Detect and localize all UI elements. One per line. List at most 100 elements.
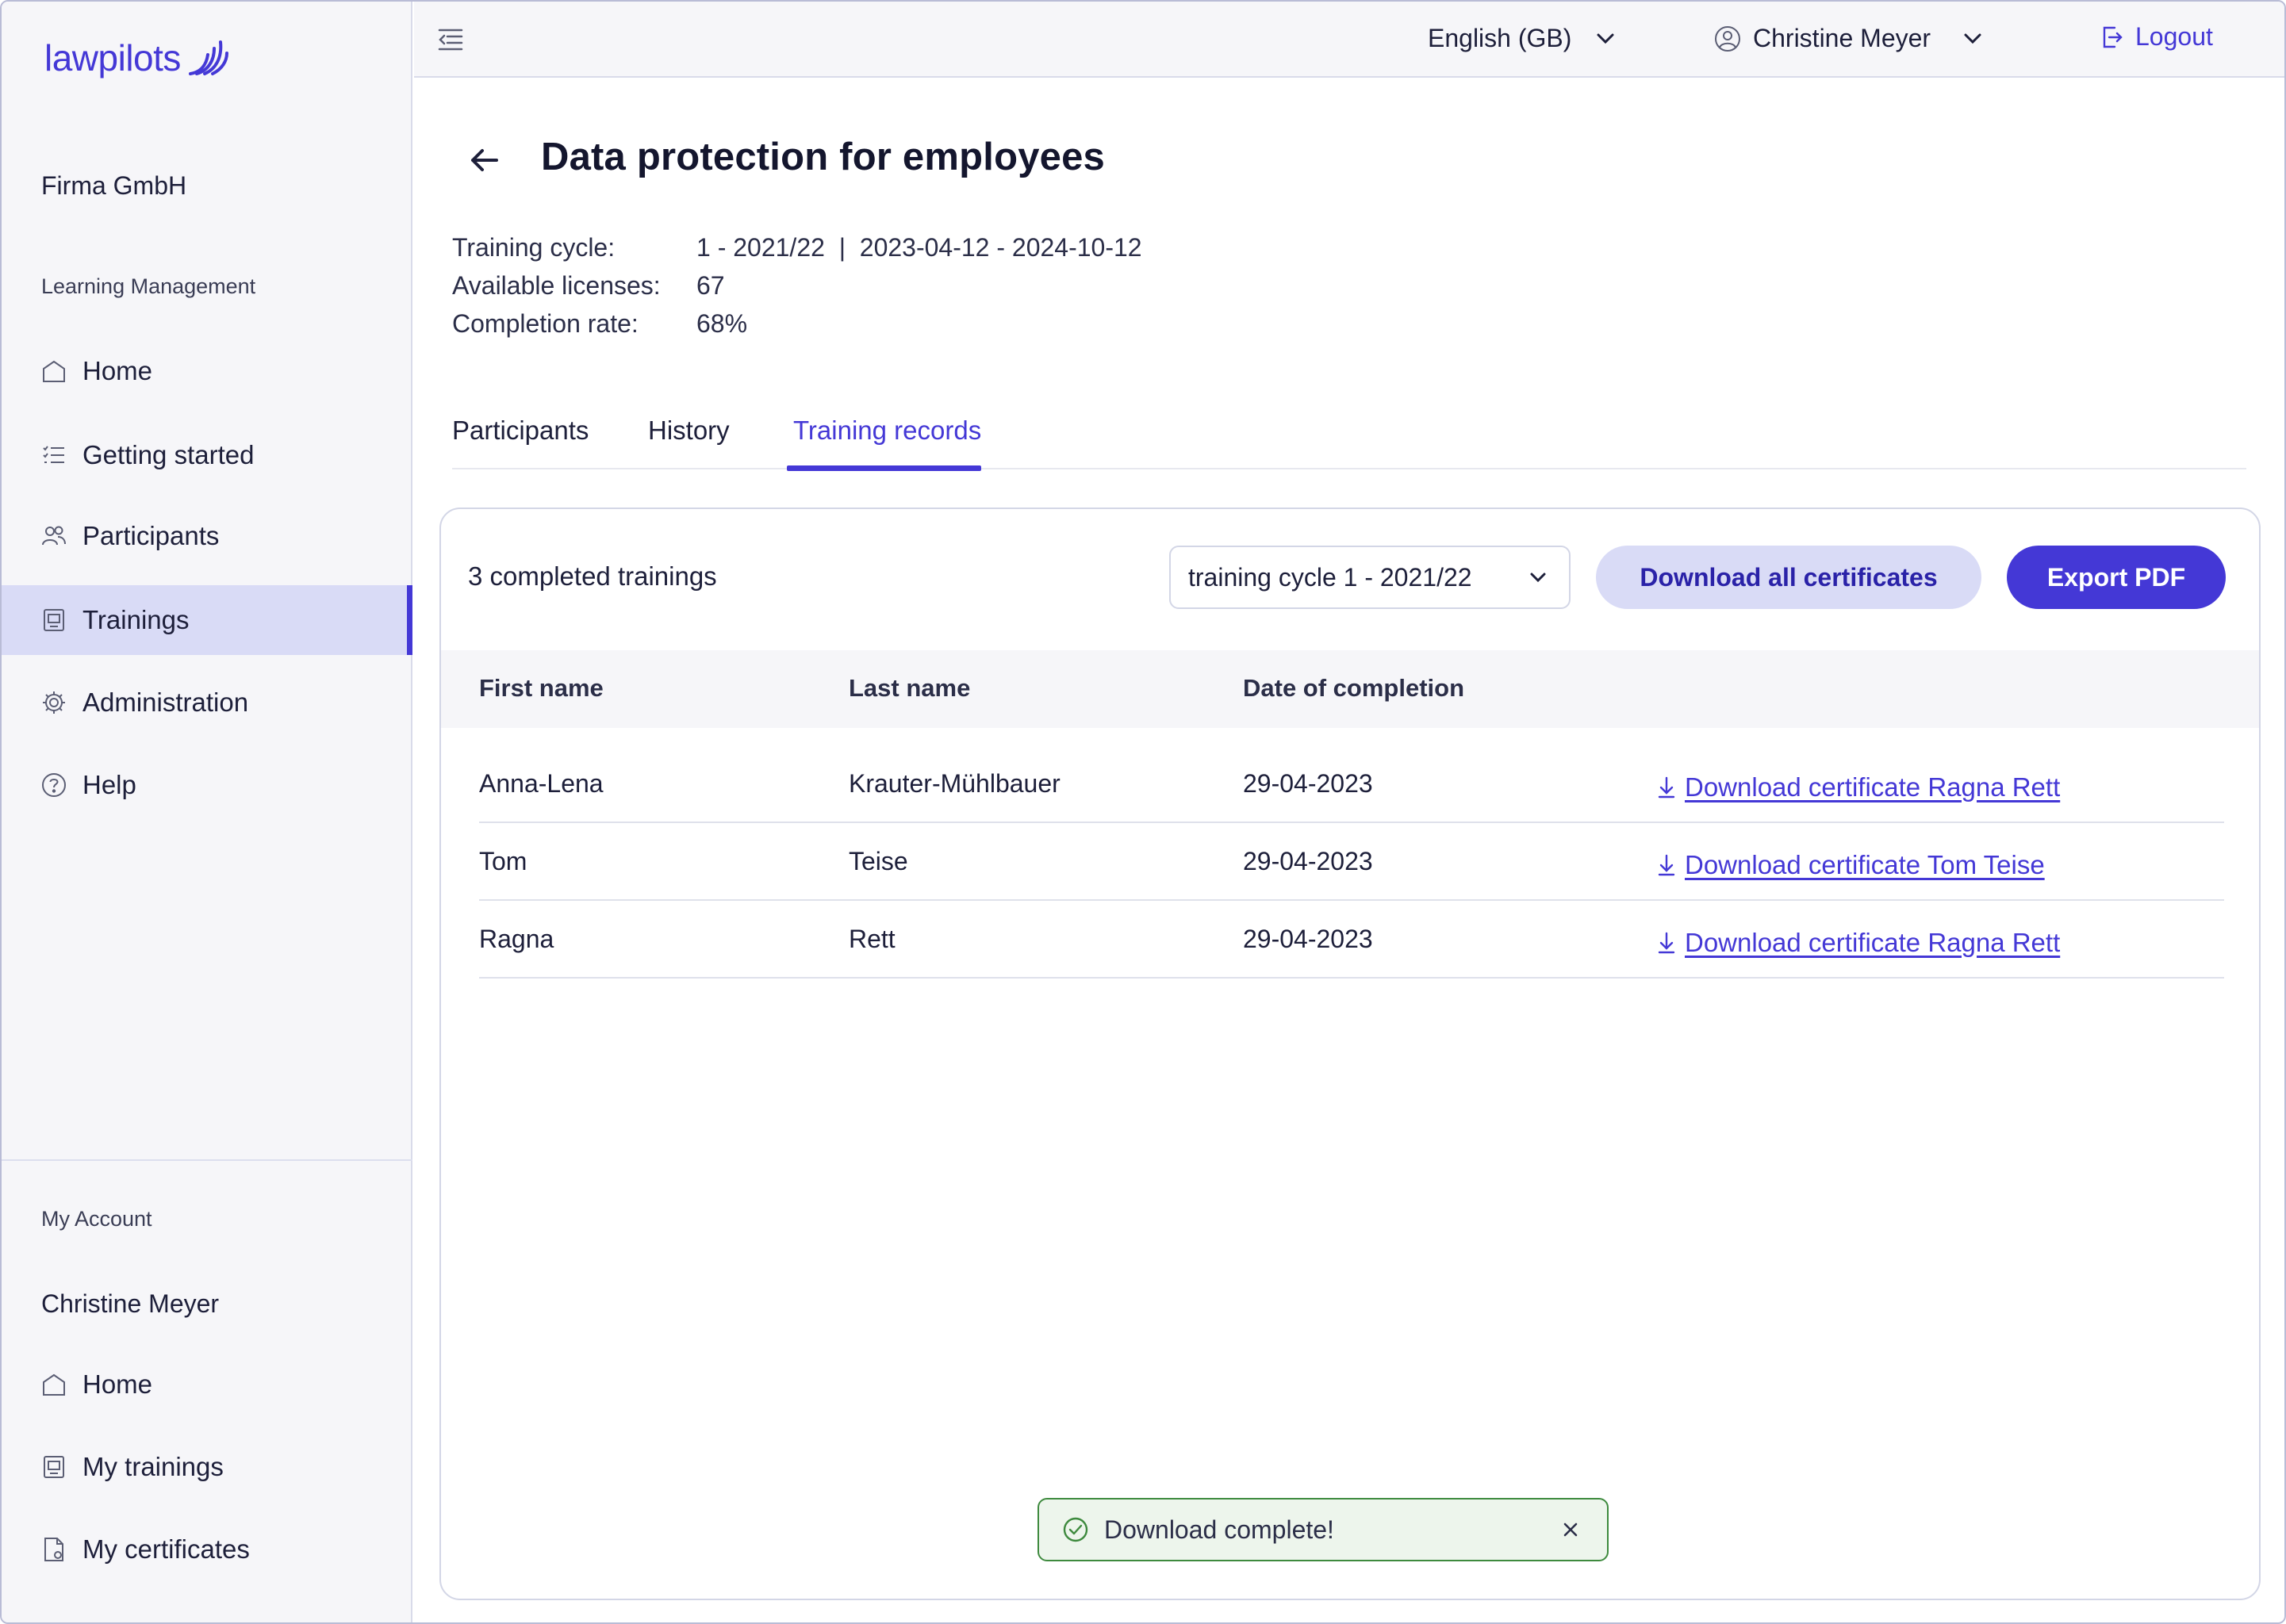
app-window: lawpilots Firma GmbH Learning Management… [0,0,2286,1624]
brand-logo[interactable]: lawpilots [44,36,230,79]
tab-bar: Participants History Training records [452,408,2246,471]
section-label-account: My Account [41,1207,152,1231]
table-row: Anna-Lena Krauter-Mühlbauer 29-04-2023 D… [479,745,2224,823]
users-icon [40,522,68,550]
training-cycle-select[interactable]: training cycle 1 - 2021/22 [1169,546,1571,609]
sidebar-item-administration[interactable]: Administration [2,668,412,737]
cell-first-name: Tom [479,847,527,875]
home-icon [40,1370,68,1399]
cell-last-name: Rett [849,925,896,953]
sidebar-item-label: Administration [82,688,249,717]
language-selector[interactable]: English (GB) [1428,24,1617,53]
table-row: Ragna Rett 29-04-2023 Download certifica… [479,901,2224,979]
collapse-menu-icon[interactable] [436,25,465,54]
logout-label: Logout [2135,22,2213,51]
info-value: 67 [696,271,725,300]
info-value: 1 - 2021/22 | 2023-04-12 - 2024-10-12 [696,233,1142,262]
completed-count: 3 completed trainings [468,561,717,591]
table-row: Tom Teise 29-04-2023 Download certificat… [479,823,2224,901]
info-row-cycle: Training cycle: 1 - 2021/22 | 2023-04-12… [452,228,1142,266]
sidebar: lawpilots Firma GmbH Learning Management… [2,2,412,1622]
user-avatar-icon [1715,25,1740,52]
cell-date: 29-04-2023 [1243,847,1373,875]
sidebar-item-label: Home [82,1369,153,1399]
sidebar-item-label: Participants [82,521,220,550]
download-icon [1658,854,1675,876]
sidebar-item-my-home[interactable]: Home [2,1350,412,1419]
download-link-label: Download certificate Ragna Rett [1685,772,2061,802]
page-title: Data protection for employees [541,136,1106,178]
info-row-licenses: Available licenses: 67 [452,266,1142,304]
user-menu[interactable]: Christine Meyer [1713,24,1985,53]
cell-date: 29-04-2023 [1243,925,1373,953]
account-name: Christine Meyer [41,1289,220,1318]
tab-participants[interactable]: Participants [452,416,589,469]
info-key: Training cycle: [452,233,616,262]
wings-logo-icon [188,40,228,75]
training-icon [40,1453,68,1481]
tab-history[interactable]: History [648,416,730,469]
cell-last-name: Krauter-Mühlbauer [849,769,1061,798]
training-icon [40,606,68,634]
sidebar-item-my-certificates[interactable]: My certificates [2,1515,412,1584]
close-icon[interactable] [1558,1517,1583,1542]
check-circle-icon [1063,1517,1088,1542]
column-header-date[interactable]: Date of completion [1243,674,1464,703]
chevron-down-icon [1530,573,1546,583]
info-key: Completion rate: [452,309,639,338]
sidebar-item-my-trainings[interactable]: My trainings [2,1432,412,1502]
download-link-label: Download certificate Tom Teise [1685,850,2045,879]
sidebar-item-help[interactable]: Help [2,750,412,820]
home-icon [40,357,68,385]
download-certificate-link[interactable]: Download certificate Ragna Rett [1656,928,2060,958]
training-info: Training cycle: 1 - 2021/22 | 2023-04-12… [452,228,1142,343]
brand-name: lawpilots [44,37,181,79]
gear-icon [40,688,68,717]
column-header-first-name[interactable]: First name [479,674,604,703]
language-label: English (GB) [1428,24,1572,52]
certificate-icon [40,1535,68,1564]
info-key: Available licenses: [452,271,661,300]
checklist-icon [40,441,68,469]
logout-button[interactable]: Logout [2099,22,2213,52]
toast-message: Download complete! [1104,1515,1334,1544]
sidebar-item-label: My trainings [82,1452,224,1481]
sidebar-item-participants[interactable]: Participants [2,501,412,571]
table-header: First name Last name Date of completion [441,650,2259,728]
sidebar-item-getting-started[interactable]: Getting started [2,420,412,490]
help-icon [40,771,68,799]
select-value: training cycle 1 - 2021/22 [1188,562,1472,592]
download-complete-toast: Download complete! [1038,1498,1609,1561]
topbar: English (GB) Christine Meyer Logout [414,2,2284,78]
sidebar-item-label: Help [82,770,136,799]
chevron-down-icon [1964,33,1981,44]
info-value: 68% [696,309,748,338]
cell-first-name: Ragna [479,925,554,953]
info-row-completion: Completion rate: 68% [452,304,1142,343]
download-icon [1658,932,1675,954]
sidebar-divider [2,1159,412,1161]
chevron-down-icon [1597,33,1614,44]
sidebar-item-home[interactable]: Home [2,336,412,406]
column-header-last-name[interactable]: Last name [849,674,970,703]
cell-last-name: Teise [849,847,908,875]
download-icon [1658,776,1675,799]
download-certificate-link[interactable]: Download certificate Ragna Rett [1656,772,2060,802]
cell-date: 29-04-2023 [1243,769,1373,798]
user-name: Christine Meyer [1753,24,1931,52]
sidebar-item-trainings[interactable]: Trainings [2,585,412,655]
download-link-label: Download certificate Ragna Rett [1685,928,2061,957]
training-records-card: 3 completed trainings training cycle 1 -… [439,508,2261,1600]
section-label-learning: Learning Management [41,274,256,298]
sidebar-item-label: Getting started [82,440,255,469]
cell-first-name: Anna-Lena [479,769,604,798]
sidebar-item-label: Home [82,356,153,385]
export-pdf-button[interactable]: Export PDF [2007,546,2226,609]
sidebar-item-label: My certificates [82,1534,250,1564]
tab-training-records[interactable]: Training records [786,416,982,471]
download-certificate-link[interactable]: Download certificate Tom Teise [1656,850,2045,880]
company-name: Firma GmbH [41,171,187,200]
back-arrow-icon[interactable] [466,143,501,178]
download-all-certificates-button[interactable]: Download all certificates [1596,546,1981,609]
logout-icon [2103,26,2123,48]
